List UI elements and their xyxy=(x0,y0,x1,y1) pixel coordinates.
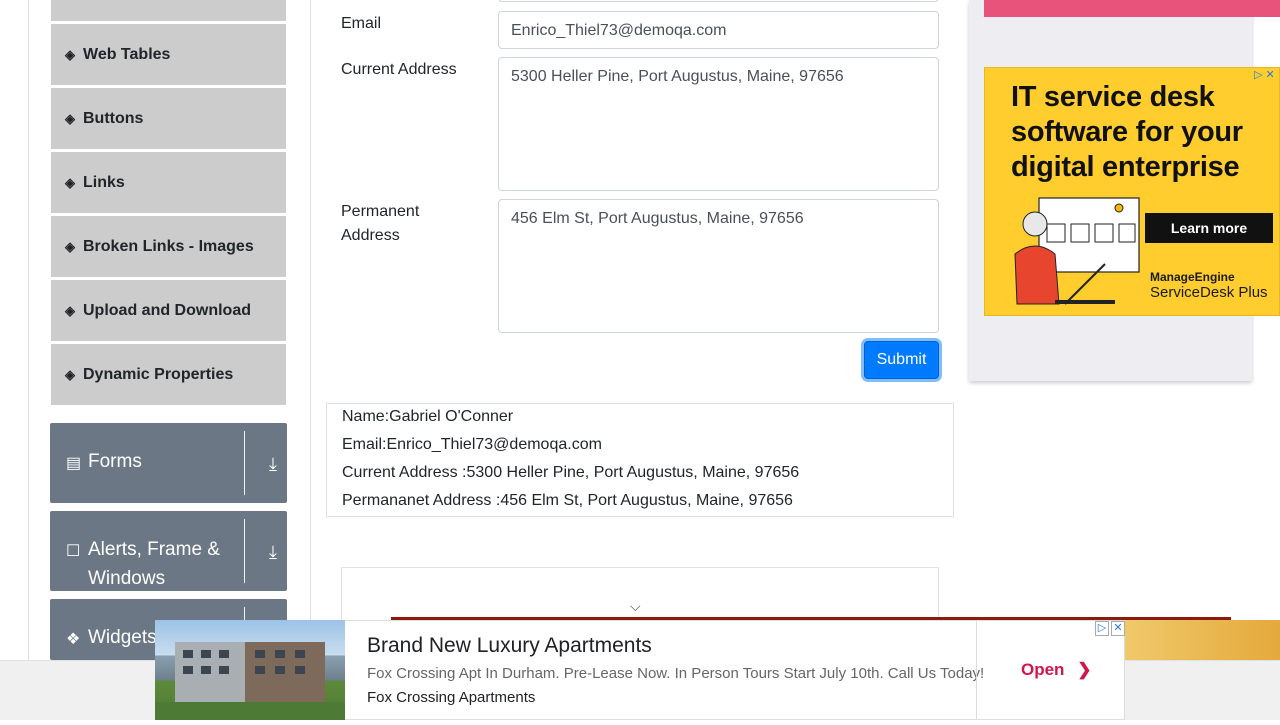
sidebar-item-label: Links xyxy=(83,173,125,191)
download-icon[interactable]: ⤓ xyxy=(269,455,277,473)
output-name: Name:Gabriel O'Conner xyxy=(342,408,514,425)
group-label: Forms xyxy=(88,451,142,472)
window-icon: ☐ xyxy=(66,543,81,560)
divider xyxy=(244,431,245,495)
banner-adchoices[interactable]: ▷ ✕ xyxy=(1095,621,1125,637)
sidebar-item-label: Dynamic Properties xyxy=(83,365,234,383)
sidebar-item-label: Broken Links - Images xyxy=(83,237,254,255)
sidebar-item-buttons[interactable]: ◈ Buttons xyxy=(51,88,286,150)
permanent-address-label: Permanent Address xyxy=(341,203,420,244)
adchoices-icon[interactable]: ▷ xyxy=(1095,621,1109,636)
banner-description: Fox Crossing Apt In Durham. Pre-Lease No… xyxy=(367,665,985,682)
html5-icon: ◈ xyxy=(65,238,75,254)
download-icon[interactable]: ⤓ xyxy=(269,543,277,561)
ad-brand: ManageEngine xyxy=(1150,270,1235,284)
sidebar-item-label: Web Tables xyxy=(83,45,171,63)
group-alerts-frame-windows[interactable]: ☐ Alerts, Frame & Windows ⤓ xyxy=(50,511,287,591)
sidebar-item-label: Buttons xyxy=(83,109,144,127)
sidebar-item-dynamic-properties[interactable]: ◈ Dynamic Properties xyxy=(51,344,286,406)
divider xyxy=(244,519,245,583)
sidebar-item-label: Upload and Download xyxy=(83,301,251,319)
ad-product: ServiceDesk Plus xyxy=(1150,284,1268,301)
output-current-address: Current Address :5300 Heller Pine, Port … xyxy=(342,464,800,481)
permanent-address-textarea[interactable]: 456 Elm St, Port Augustus, Maine, 97656 xyxy=(498,199,939,333)
sidebar-item-web-tables[interactable]: ◈ Web Tables xyxy=(51,24,286,86)
html5-icon: ◈ xyxy=(65,174,75,190)
sidebar-item-upload-download[interactable]: ◈ Upload and Download xyxy=(51,280,286,342)
building-illustration xyxy=(155,642,345,720)
html5-icon: ◈ xyxy=(65,110,75,126)
output-panel: Name:Gabriel O'Conner Email:Enrico_Thiel… xyxy=(326,403,954,517)
output-email: Email:Enrico_Thiel73@demoqa.com xyxy=(342,436,602,453)
open-button[interactable]: Open ❯ xyxy=(1021,660,1091,680)
group-label: Alerts, Frame & Windows xyxy=(88,539,220,589)
close-icon[interactable]: ✕ xyxy=(1111,621,1125,636)
html5-icon: ◈ xyxy=(65,302,75,318)
current-address-textarea[interactable]: 5300 Heller Pine, Port Augustus, Maine, … xyxy=(498,57,939,191)
html5-icon: ◈ xyxy=(65,366,75,382)
group-label: Widgets xyxy=(88,627,157,648)
output-permanent-address: Permananet Address :456 Elm St, Port Aug… xyxy=(342,492,793,509)
email-label: Email xyxy=(341,15,382,32)
sidebar-item-broken-links[interactable]: ◈ Broken Links - Images xyxy=(51,216,286,278)
open-label: Open xyxy=(1021,660,1065,679)
widgets-icon: ❖ xyxy=(66,631,81,648)
banner-advertiser: Fox Crossing Apartments xyxy=(367,689,536,706)
ad-illustration xyxy=(1014,197,1140,305)
learn-more-button[interactable]: Learn more xyxy=(1145,213,1273,243)
apartment-image xyxy=(155,620,345,720)
sidebar-item-text-box-partial[interactable] xyxy=(51,0,286,22)
html5-icon: ◈ xyxy=(65,46,75,62)
banner-divider xyxy=(976,620,977,720)
current-address-label: Current Address xyxy=(341,61,457,78)
ad-strip-gold xyxy=(1125,620,1280,660)
list-icon: ▤ xyxy=(66,455,82,472)
ad-pink-banner[interactable] xyxy=(984,0,1280,17)
name-field-partial[interactable] xyxy=(498,0,939,2)
chevron-down-icon[interactable]: ⌵ xyxy=(630,598,641,615)
email-field[interactable]: Enrico_Thiel73@demoqa.com xyxy=(498,11,939,49)
sidebar-item-links[interactable]: ◈ Links xyxy=(51,152,286,214)
ad-headline: IT service desk software for your digita… xyxy=(1011,81,1243,183)
group-forms[interactable]: ▤ Forms ⤓ xyxy=(50,423,287,503)
submit-button[interactable]: Submit xyxy=(864,341,939,379)
chevron-right-icon: ❯ xyxy=(1077,660,1092,679)
adchoices-icon[interactable]: ▷ ✕ xyxy=(1254,68,1278,82)
banner-title[interactable]: Brand New Luxury Apartments xyxy=(367,634,652,658)
